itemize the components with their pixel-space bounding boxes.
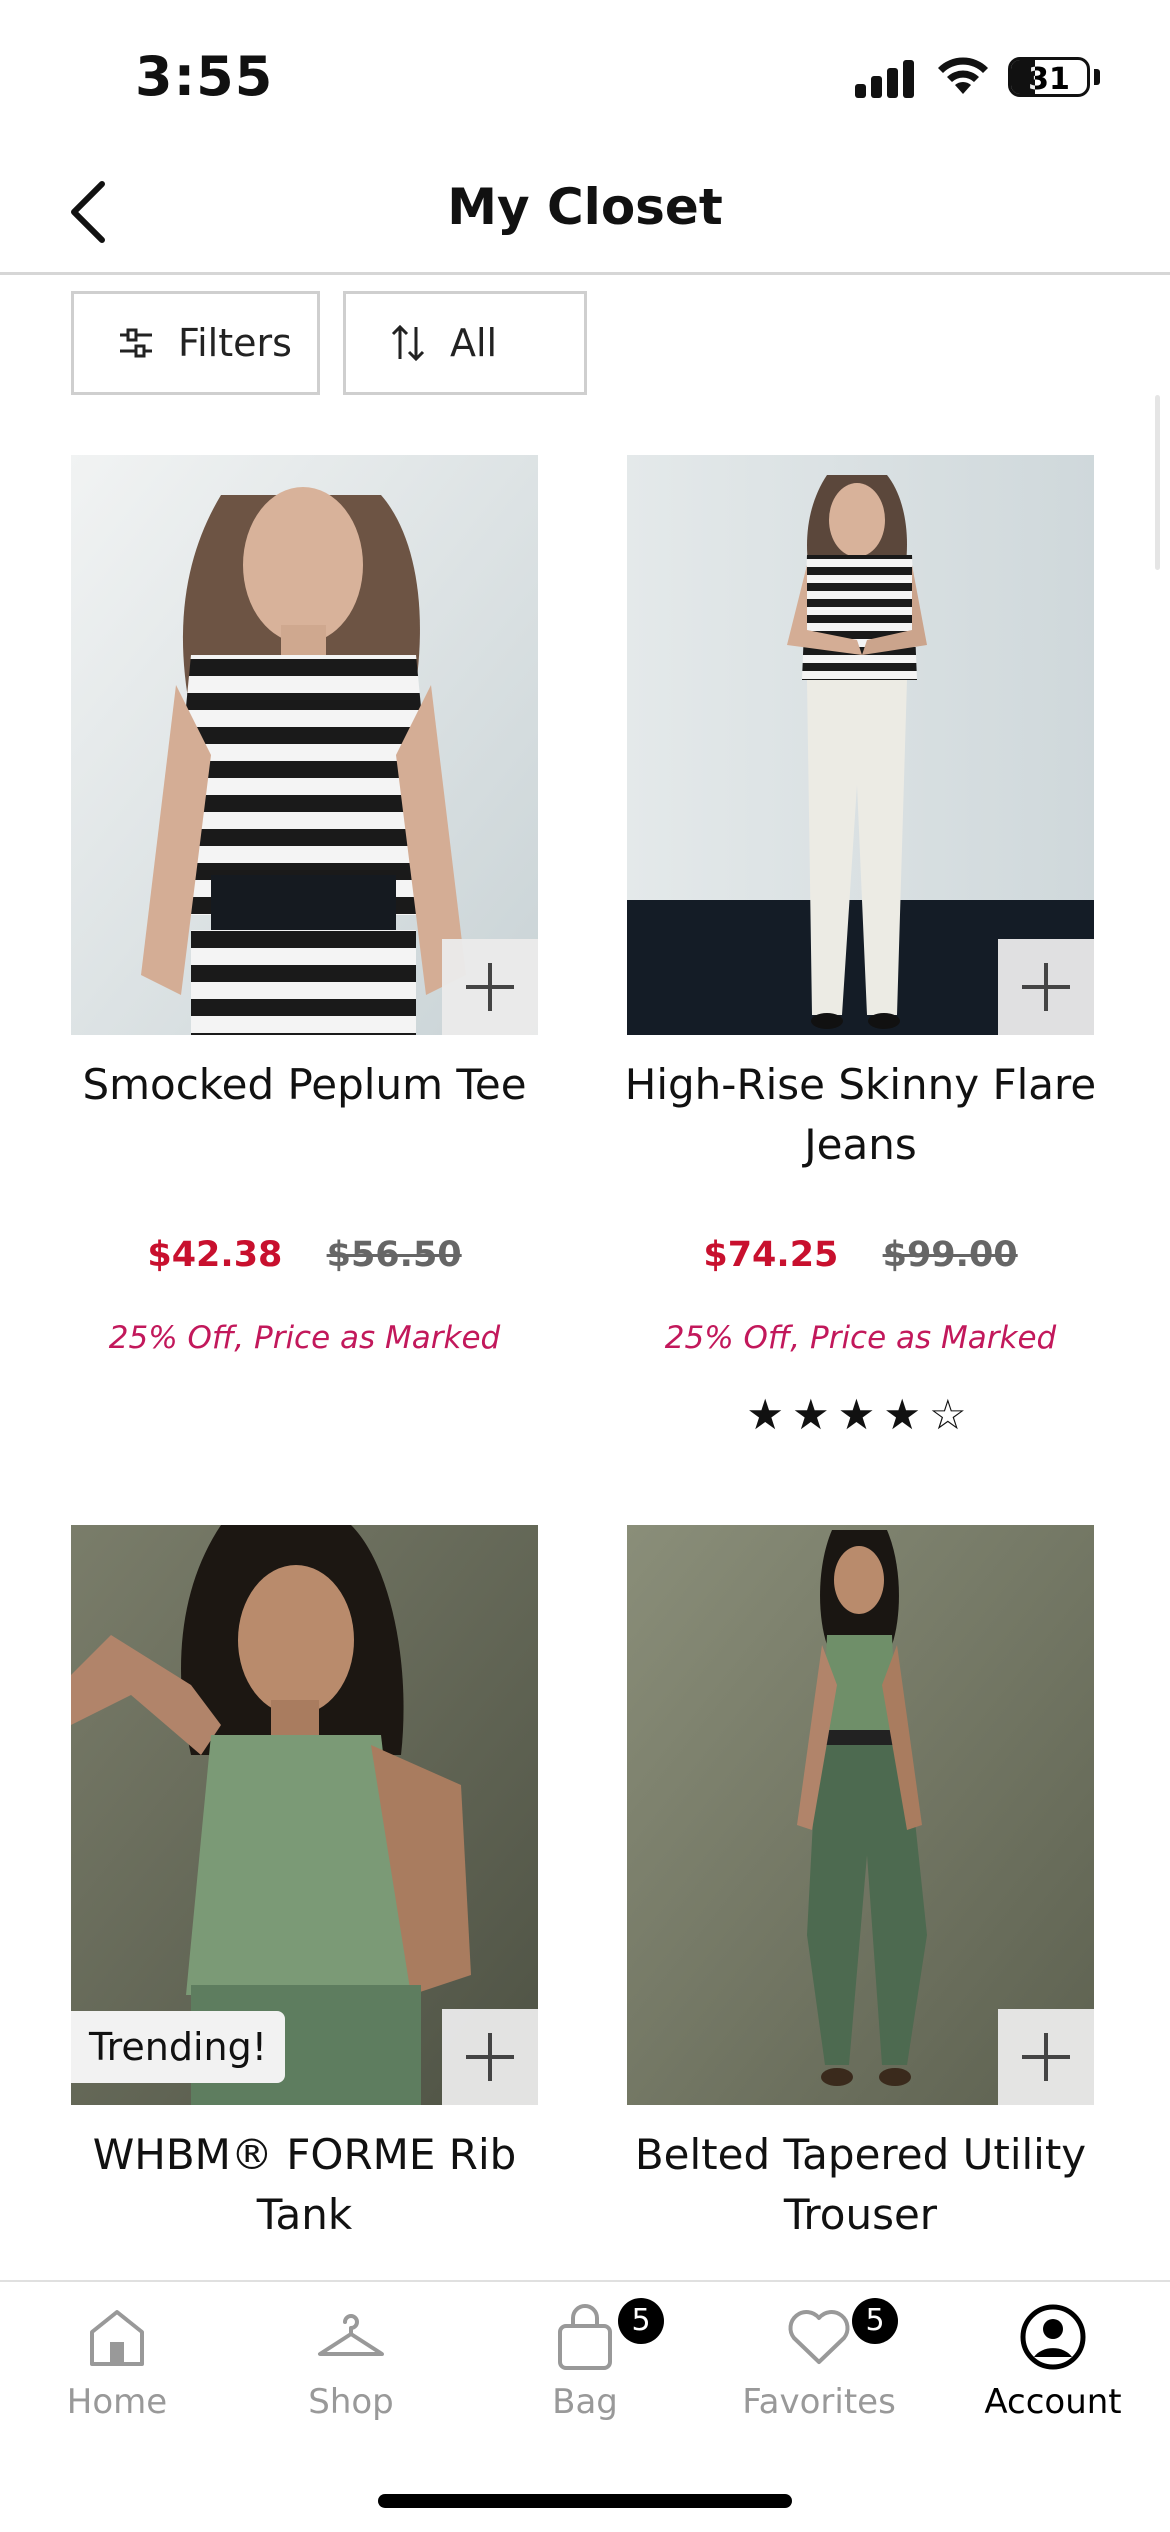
- home-icon: [90, 2310, 144, 2366]
- product-card[interactable]: Trending! WHBM® FORME Rib Tank: [71, 1525, 538, 2275]
- nav-item-bag[interactable]: 5 Bag: [468, 2282, 702, 2442]
- original-price: $56.50: [326, 1235, 462, 1275]
- product-card[interactable]: High-Rise Skinny Flare Jeans $74.25 $99.…: [625, 455, 1096, 1455]
- sort-button[interactable]: All: [343, 291, 587, 395]
- add-to-bag-button[interactable]: [442, 939, 538, 1035]
- price-row: $74.25 $99.00: [627, 1235, 1094, 1275]
- bag-icon: [558, 2304, 612, 2370]
- promo-text: 25% Off, Price as Marked: [664, 1320, 1057, 1356]
- nav-item-shop[interactable]: Shop: [234, 2282, 468, 2442]
- home-indicator: [378, 2494, 792, 2508]
- plus-icon: [1022, 963, 1070, 1011]
- battery-percent: 31: [1028, 62, 1070, 97]
- status-bar: 3:55 31: [0, 0, 1170, 150]
- sort-arrows-icon: [391, 324, 425, 362]
- wifi-icon: [938, 57, 988, 94]
- sale-price: $42.38: [147, 1235, 283, 1275]
- sale-price: $74.25: [703, 1235, 839, 1275]
- plus-icon: [1022, 2033, 1070, 2081]
- add-to-bag-button[interactable]: [998, 2009, 1094, 2105]
- battery-cap: [1094, 69, 1100, 85]
- nav-label: Account: [984, 2382, 1122, 2422]
- nav-label: Bag: [552, 2382, 618, 2422]
- product-name[interactable]: Belted Tapered Utility Trouser: [607, 2125, 1114, 2245]
- filters-button[interactable]: Filters: [71, 291, 320, 395]
- star-rating: ★★★★☆: [746, 1390, 975, 1439]
- product-name[interactable]: Smocked Peplum Tee: [51, 1055, 558, 1115]
- favorites-count-badge: 5: [852, 2298, 898, 2344]
- filters-label: Filters: [178, 321, 292, 365]
- account-icon: [1020, 2304, 1086, 2370]
- hanger-icon: [318, 2314, 384, 2356]
- status-time: 3:55: [135, 45, 274, 108]
- add-to-bag-button[interactable]: [998, 939, 1094, 1035]
- product-card[interactable]: Smocked Peplum Tee $42.38 $56.50 25% Off…: [71, 455, 538, 1455]
- sort-label: All: [450, 321, 498, 365]
- price-row: $42.38 $56.50: [71, 1235, 538, 1275]
- scrollbar[interactable]: [1155, 395, 1160, 570]
- filter-sliders-icon: [120, 328, 152, 358]
- trending-badge: Trending!: [71, 2011, 285, 2083]
- plus-icon: [466, 963, 514, 1011]
- add-to-bag-button[interactable]: [442, 2009, 538, 2105]
- nav-item-account[interactable]: Account: [936, 2282, 1170, 2442]
- product-image[interactable]: Trending!: [71, 1525, 538, 2105]
- cellular-signal-icon: [855, 58, 915, 98]
- original-price: $99.00: [882, 1235, 1018, 1275]
- product-image[interactable]: [71, 455, 538, 1035]
- product-name[interactable]: High-Rise Skinny Flare Jeans: [607, 1055, 1114, 1175]
- nav-item-favorites[interactable]: 5 Favorites: [702, 2282, 936, 2442]
- plus-icon: [466, 2033, 514, 2081]
- nav-label: Favorites: [742, 2382, 896, 2422]
- nav-label: Shop: [308, 2382, 394, 2422]
- nav-label: Home: [66, 2382, 168, 2422]
- battery-icon: 31: [1008, 57, 1090, 97]
- product-image[interactable]: [627, 1525, 1094, 2105]
- app-header: My Closet: [0, 150, 1170, 275]
- product-card[interactable]: Belted Tapered Utility Trouser: [627, 1525, 1094, 2275]
- nav-item-home[interactable]: Home: [0, 2282, 234, 2442]
- promo-text: 25% Off, Price as Marked: [108, 1320, 501, 1356]
- page-title: My Closet: [447, 178, 723, 236]
- product-image[interactable]: [627, 455, 1094, 1035]
- heart-icon: [788, 2310, 850, 2364]
- product-name[interactable]: WHBM® FORME Rib Tank: [51, 2125, 558, 2245]
- bag-count-badge: 5: [618, 2298, 664, 2344]
